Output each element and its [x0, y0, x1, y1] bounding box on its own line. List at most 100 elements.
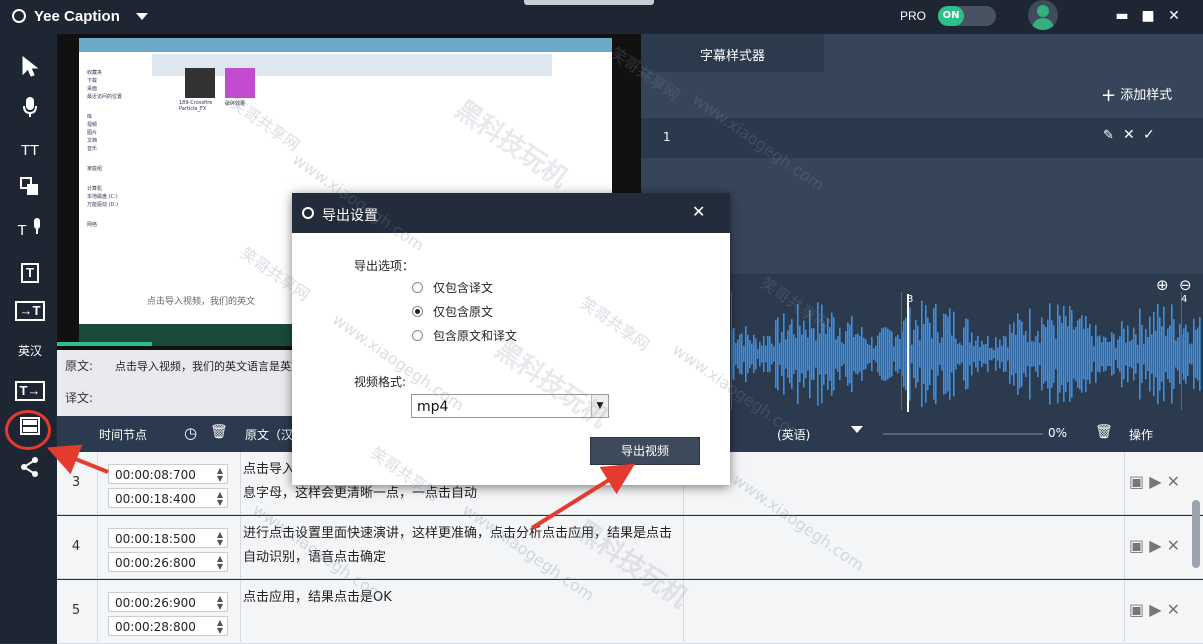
pro-toggle[interactable]: ON [938, 6, 996, 26]
spinner-icon[interactable]: ▲ ▼ [217, 531, 223, 547]
start-time-input[interactable]: 00:00:08:700 ▲ ▼ [108, 464, 228, 484]
delete-row-icon[interactable]: ✕ [1167, 472, 1180, 491]
waveform-bar [991, 347, 993, 361]
play-row-icon[interactable]: ▶ [1149, 600, 1161, 619]
tree-item: 音乐 [87, 146, 98, 152]
text-export-label: T→ [14, 381, 46, 401]
top-handle[interactable] [524, 0, 654, 5]
segment-boundary[interactable] [1181, 292, 1182, 410]
waveform-bar [899, 338, 901, 370]
app-menu-chevron-down-icon[interactable] [136, 13, 148, 20]
trash-time-icon[interactable]: 🗑 [210, 424, 228, 440]
text-box-tool-icon[interactable]: T [14, 258, 46, 288]
insert-row-icon[interactable]: ▣ [1129, 472, 1144, 491]
waveform-bar [1047, 319, 1049, 389]
text-box-label: T [21, 263, 39, 283]
waveform-bar [1183, 328, 1185, 380]
radio-icon[interactable] [412, 282, 423, 293]
play-row-icon[interactable]: ▶ [1149, 472, 1161, 491]
edit-icon[interactable]: ✎ [1103, 128, 1114, 143]
original-label: 原文: [65, 359, 94, 373]
waveform-bar [1163, 306, 1165, 402]
waveform-bar [1155, 330, 1157, 378]
waveform-bar [1037, 330, 1039, 378]
end-time-input[interactable]: 00:00:26:800 ▲ ▼ [108, 552, 228, 572]
spinner-icon[interactable]: ▲ ▼ [217, 467, 223, 483]
tree-item: 桌面 [87, 86, 98, 92]
start-time-input[interactable]: 00:00:18:500 ▲ ▼ [108, 528, 228, 548]
end-time-input[interactable]: 00:00:18:400 ▲ ▼ [108, 488, 228, 508]
radio-icon[interactable] [412, 330, 423, 341]
delete-row-icon[interactable]: ✕ [1167, 536, 1180, 555]
end-time-input[interactable]: 00:00:28:800 ▲ ▼ [108, 616, 228, 636]
minimize-button[interactable]: ▬ [1112, 6, 1132, 26]
style-panel-tab[interactable]: 字幕样式器 [641, 34, 824, 72]
spinner-icon[interactable]: ▲ ▼ [217, 595, 223, 611]
tree-item: 家庭组 [87, 166, 103, 172]
dialog-close-icon[interactable]: ✕ [692, 202, 705, 221]
text-size-tool-icon[interactable]: TT [14, 136, 46, 166]
translation-cell[interactable] [683, 580, 1125, 642]
maximize-button[interactable]: ■ [1138, 6, 1158, 26]
playhead[interactable] [907, 294, 909, 412]
source-text-cell[interactable]: 点击应用，结果点击是OK [243, 586, 683, 610]
waveform-bar [929, 322, 931, 386]
waveform-bar [765, 345, 767, 363]
waveform-bar [1013, 322, 1015, 386]
trash-translation-icon[interactable]: 🗑 [1095, 424, 1113, 440]
avatar-body [1032, 18, 1054, 30]
close-window-button[interactable]: ✕ [1164, 6, 1184, 26]
delete-style-icon[interactable]: ✕ [1123, 127, 1135, 143]
zoom-out-icon[interactable]: ⊖ [1179, 276, 1192, 294]
waveform-bar [1063, 305, 1065, 403]
option-original-only[interactable]: 仅包含原文 [412, 303, 493, 320]
radio-selected-icon[interactable] [412, 306, 423, 317]
waveform-bar [935, 303, 937, 405]
add-style-button[interactable]: + 添加样式 [1101, 84, 1172, 106]
table-row[interactable]: 5 00:00:26:900 ▲ ▼ 00:00:28:800 ▲ ▼ 点击应用，结果点… [57, 580, 1203, 644]
start-time-input[interactable]: 00:00:26:900 ▲ ▼ [108, 592, 228, 612]
insert-row-icon[interactable]: ▣ [1129, 600, 1144, 619]
end-time-value: 00:00:18:400 [115, 492, 196, 506]
tree-item: 库 [87, 114, 93, 120]
waveform-bar [871, 336, 873, 372]
waveform-bar [1117, 339, 1119, 369]
waveform-bar [985, 343, 987, 365]
spinner-icon[interactable]: ▲ ▼ [217, 491, 223, 507]
waveform-bar [1133, 327, 1135, 381]
translation-cell[interactable] [683, 516, 1125, 578]
waveform-bar [955, 338, 957, 370]
shapes-tool-icon[interactable] [14, 176, 46, 206]
spinner-icon[interactable]: ▲ ▼ [217, 555, 223, 571]
insert-row-icon[interactable]: ▣ [1129, 536, 1144, 555]
zoom-in-icon[interactable]: ⊕ [1156, 276, 1169, 294]
waveform-bar [999, 339, 1001, 369]
play-row-icon[interactable]: ▶ [1149, 536, 1161, 555]
text-export-tool-icon[interactable]: T→ [14, 376, 46, 406]
waveform-bar [1071, 310, 1073, 398]
en-zh-tool-icon[interactable]: 英汉 [14, 336, 46, 366]
microphone-tool-icon[interactable] [14, 96, 46, 126]
share-tool-icon[interactable] [14, 456, 46, 486]
text-import-tool-icon[interactable]: →T [14, 296, 46, 326]
segment-boundary[interactable] [901, 292, 902, 410]
cursor-tool-icon[interactable] [14, 55, 46, 86]
confirm-style-icon[interactable]: ✓ [1143, 127, 1155, 143]
row-index: 4 [71, 539, 81, 554]
option-translation-only[interactable]: 仅包含译文 [412, 279, 493, 296]
clock-icon[interactable]: ◷ [184, 424, 197, 442]
waveform-bar [1119, 336, 1121, 372]
language-chevron-down-icon[interactable] [851, 426, 863, 433]
waveform-bar [1097, 336, 1099, 372]
text-voice-tool-icon[interactable]: T [14, 216, 46, 246]
spinner-icon[interactable]: ▲ ▼ [217, 619, 223, 635]
waveform-bar [1053, 325, 1055, 383]
table-scrollbar[interactable] [1192, 500, 1200, 568]
waveform-bar [957, 344, 959, 364]
waveform-bar [939, 343, 941, 365]
export-video-button[interactable]: 导出视频 [590, 437, 700, 465]
waveform-bar [933, 308, 935, 400]
delete-row-icon[interactable]: ✕ [1167, 600, 1180, 619]
row-index: 5 [71, 603, 81, 618]
user-avatar[interactable] [1028, 0, 1058, 30]
